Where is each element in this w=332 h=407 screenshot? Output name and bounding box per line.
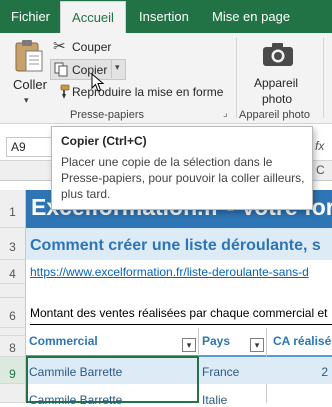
filter-dropdown-icon-pays[interactable]: ▾: [250, 338, 264, 352]
tab-accueil[interactable]: Accueil: [60, 1, 126, 33]
row-header-8[interactable]: 8: [0, 336, 26, 357]
camera-button[interactable]: Appareil photo: [246, 39, 310, 106]
paste-button[interactable]: Coller ▾: [8, 37, 48, 111]
cell-ca-1[interactable]: 2: [270, 365, 328, 379]
fx-icon[interactable]: fx: [315, 139, 324, 153]
row-header-10[interactable]: [0, 384, 26, 403]
group-separator-right: [323, 38, 324, 118]
scissors-icon: ✂: [53, 38, 66, 55]
photo-group-label: Appareil photo: [239, 109, 310, 121]
copy-button[interactable]: Copier ▾: [50, 59, 126, 80]
row-header-7[interactable]: [0, 328, 26, 336]
table-header-pays[interactable]: Pays: [202, 334, 230, 348]
copy-dropdown-icon[interactable]: ▾: [115, 62, 120, 73]
camera-label-line1: Appareil: [254, 76, 299, 90]
cell-commercial-2[interactable]: Cammile Barrette: [29, 393, 122, 407]
clipboard-group-label: Presse-papiers: [70, 109, 144, 121]
row-header-6[interactable]: 6: [0, 298, 26, 328]
paintbrush-icon: [60, 84, 70, 99]
row-header-4[interactable]: 4: [0, 260, 26, 284]
format-painter-button[interactable]: Reproduire la mise en forme: [52, 83, 228, 101]
row-header-3[interactable]: 3: [0, 228, 26, 260]
split-divider: [111, 59, 112, 78]
cut-label: Couper: [72, 40, 112, 54]
cell-pays-1[interactable]: France: [202, 365, 239, 379]
cell-pays-2[interactable]: Italie: [202, 393, 227, 407]
copy-icon: [54, 62, 68, 77]
table-header-ca[interactable]: CA réalisé: [273, 334, 332, 348]
row-header-5[interactable]: [0, 284, 26, 298]
tooltip-body: Placer une copie de la sélection dans le…: [61, 155, 305, 201]
chevron-down-icon[interactable]: ▾: [24, 95, 29, 106]
tab-mise-en-page[interactable]: Mise en page: [212, 0, 290, 33]
subtitle-text: Comment créer une liste déroulante, s: [30, 237, 321, 254]
dialog-launcher-icon[interactable]: ⌟: [223, 108, 228, 119]
paste-label: Coller: [13, 77, 47, 92]
subtitle-cell[interactable]: Comment créer une liste déroulante, s: [26, 228, 332, 260]
mouse-cursor-icon: [91, 73, 105, 92]
ribbon-tab-bar: Fichier Accueil Insertion Mise en page: [0, 0, 332, 33]
ribbon-home: Coller ▾ ✂ Couper Copier ▾ Reproduire la…: [0, 33, 332, 124]
camera-icon: [263, 43, 293, 66]
paste-icon: [15, 40, 43, 72]
copy-tooltip: Copier (Ctrl+C) Placer une copie de la s…: [51, 126, 313, 210]
camera-label-line2: photo: [262, 92, 293, 106]
column-header-c[interactable]: C: [316, 163, 325, 177]
row-header-1[interactable]: 1: [0, 190, 26, 228]
group-separator: [236, 38, 237, 118]
cut-button[interactable]: ✂ Couper: [52, 38, 128, 56]
tab-insertion[interactable]: Insertion: [139, 0, 189, 33]
cell-commercial-1[interactable]: Cammile Barrette: [29, 365, 122, 379]
filter-dropdown-icon[interactable]: ▾: [182, 338, 196, 352]
row-header-9[interactable]: 9: [0, 357, 26, 384]
tab-fichier[interactable]: Fichier: [11, 0, 50, 33]
tooltip-title: Copier (Ctrl+C): [61, 134, 147, 148]
description-cell[interactable]: Montant des ventes réalisées par chaque …: [30, 306, 332, 325]
link-cell[interactable]: https://www.excelformation.fr/liste-dero…: [30, 265, 332, 281]
table-header-commercial[interactable]: Commercial: [29, 334, 98, 348]
